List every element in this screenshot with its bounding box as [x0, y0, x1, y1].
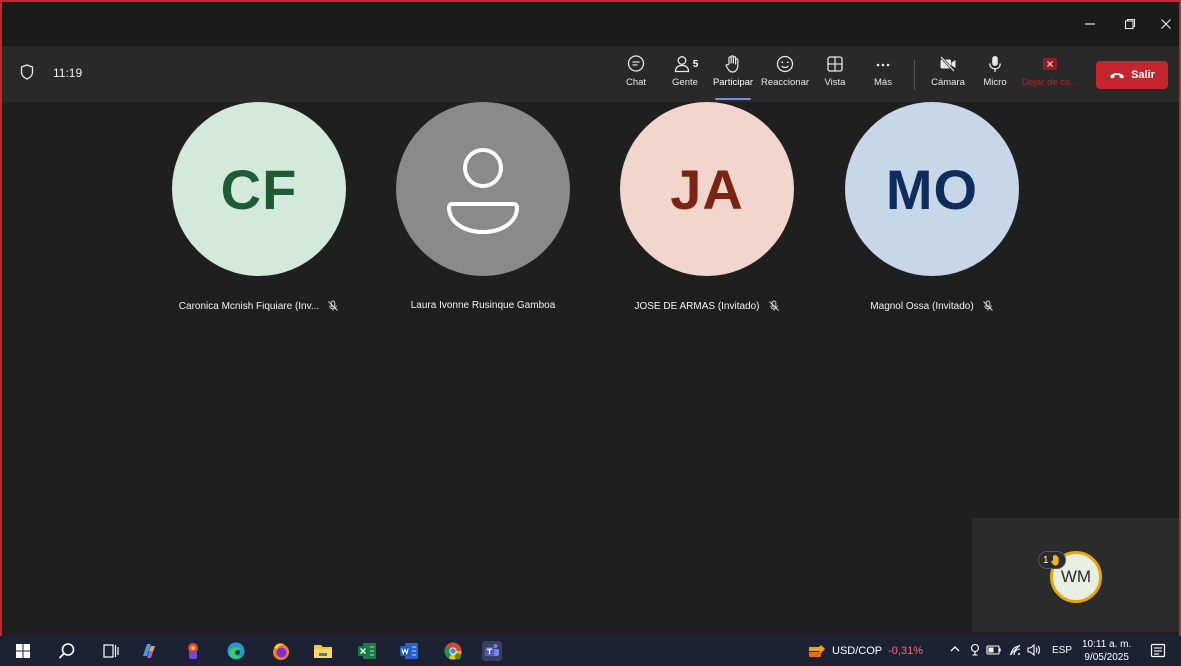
task-view-icon[interactable]	[101, 641, 121, 661]
notification-icon[interactable]	[1150, 643, 1166, 662]
chat-icon	[627, 55, 645, 72]
currency-widget[interactable]: USD/COP -0,31%	[808, 644, 923, 658]
app-icon[interactable]	[183, 641, 203, 661]
stop-share-icon	[1043, 58, 1057, 70]
currency-icon	[809, 645, 825, 657]
raised-hand-count: 1	[1043, 554, 1049, 566]
windows-start-icon[interactable]	[13, 641, 33, 661]
avatar: JA	[620, 102, 794, 276]
participant-tile-1[interactable]: Laura Ivonne Rusinque Gamboa	[378, 102, 588, 332]
clock-date: 9/05/2025	[1084, 652, 1129, 663]
hand-icon	[725, 55, 739, 73]
mic-label: Micro	[983, 77, 1007, 88]
camera-off-icon	[940, 56, 956, 72]
grid-view-icon	[827, 56, 843, 72]
shield-icon	[20, 64, 34, 80]
chevron-up-icon[interactable]	[949, 643, 961, 658]
stop-sharing-label: Dejar de co...	[1021, 77, 1079, 88]
meeting-toolbar: 11:19 Chat 5 Gente Participar Reaccionar…	[2, 46, 1179, 102]
participant-tile-0[interactable]: CF Caronica Mcnish Fiquiare (Inv...	[154, 102, 364, 332]
battery-icon	[986, 643, 1002, 660]
react-label: Reaccionar	[760, 77, 810, 88]
mic-off-icon	[328, 300, 339, 311]
ticker-change: -0,31%	[888, 645, 923, 657]
participant-tile-3[interactable]: MO Magnol Ossa (Invitado)	[827, 102, 1037, 332]
word-icon[interactable]	[399, 641, 419, 661]
phone-hangup-icon	[1110, 73, 1125, 79]
raise-hand-button[interactable]: Participar	[705, 54, 761, 100]
system-clock[interactable]: 10:11 a. m. 9/05/2025	[1082, 638, 1131, 664]
chat-label: Chat	[625, 77, 647, 88]
view-label: Vista	[824, 77, 846, 88]
edge-browser-icon[interactable]	[226, 641, 246, 661]
wifi-icon[interactable]	[1008, 643, 1022, 660]
react-button[interactable]: Reaccionar	[757, 54, 813, 98]
camera-label: Cámara	[931, 77, 965, 88]
restore-icon[interactable]	[1112, 2, 1148, 46]
participant-name: Laura Ivonne Rusinque Gamboa	[410, 300, 556, 311]
mic-button[interactable]: Micro	[967, 54, 1023, 98]
participant-tile-2[interactable]: JA JOSE DE ARMAS (Invitado)	[602, 102, 812, 332]
microphone-icon	[989, 56, 1001, 72]
close-icon[interactable]	[1148, 2, 1181, 46]
participant-name: Magnol Ossa (Invitado)	[870, 300, 974, 312]
excel-icon[interactable]	[357, 641, 377, 661]
volume-icon[interactable]	[1026, 643, 1042, 660]
self-view[interactable]: WM 1	[972, 518, 1179, 632]
people-icon	[674, 56, 689, 73]
people-count: 5	[692, 58, 699, 70]
input-language[interactable]: ESP	[1052, 645, 1072, 656]
teams-icon[interactable]	[482, 641, 502, 661]
toolbar-divider	[914, 60, 915, 90]
raise-hand-label: Participar	[712, 77, 754, 88]
avatar: MO	[845, 102, 1019, 276]
chrome-icon[interactable]	[443, 641, 463, 661]
more-button[interactable]: Más	[855, 54, 911, 98]
person-icon	[446, 148, 520, 235]
minimize-icon[interactable]	[1072, 2, 1108, 46]
onedrive-icon[interactable]	[968, 643, 982, 660]
file-explorer-icon[interactable]	[313, 641, 333, 661]
raised-hand-icon	[1050, 554, 1059, 566]
taskbar: USD/COP -0,31% ESP 10:11 a. m. 9/05/2025	[0, 636, 1181, 666]
participant-name: JOSE DE ARMAS (Invitado)	[634, 300, 760, 312]
participant-name: Caronica Mcnish Fiquiare (Inv...	[178, 300, 320, 312]
stop-sharing-button[interactable]: Dejar de co...	[1022, 54, 1078, 98]
more-label: Más	[874, 77, 892, 88]
people-label: Gente	[672, 77, 698, 88]
clock-time: 10:11 a. m.	[1082, 639, 1132, 650]
mic-off-icon	[768, 300, 779, 311]
ticker-symbol: USD/COP	[832, 645, 883, 657]
meeting-timer: 11:19	[53, 66, 83, 80]
mic-off-icon	[982, 300, 993, 311]
leave-label: Salir	[1131, 69, 1155, 81]
title-bar	[2, 2, 1179, 46]
more-icon	[876, 63, 890, 67]
copilot-icon[interactable]	[139, 641, 159, 661]
chat-button[interactable]: Chat	[608, 54, 664, 98]
avatar: CF	[172, 102, 346, 276]
emoji-icon	[776, 55, 794, 73]
firefox-icon[interactable]	[271, 641, 291, 661]
avatar	[396, 102, 570, 276]
raised-hand-badge: 1	[1038, 551, 1066, 569]
leave-button[interactable]: Salir	[1096, 61, 1168, 89]
search-icon[interactable]	[57, 641, 77, 661]
